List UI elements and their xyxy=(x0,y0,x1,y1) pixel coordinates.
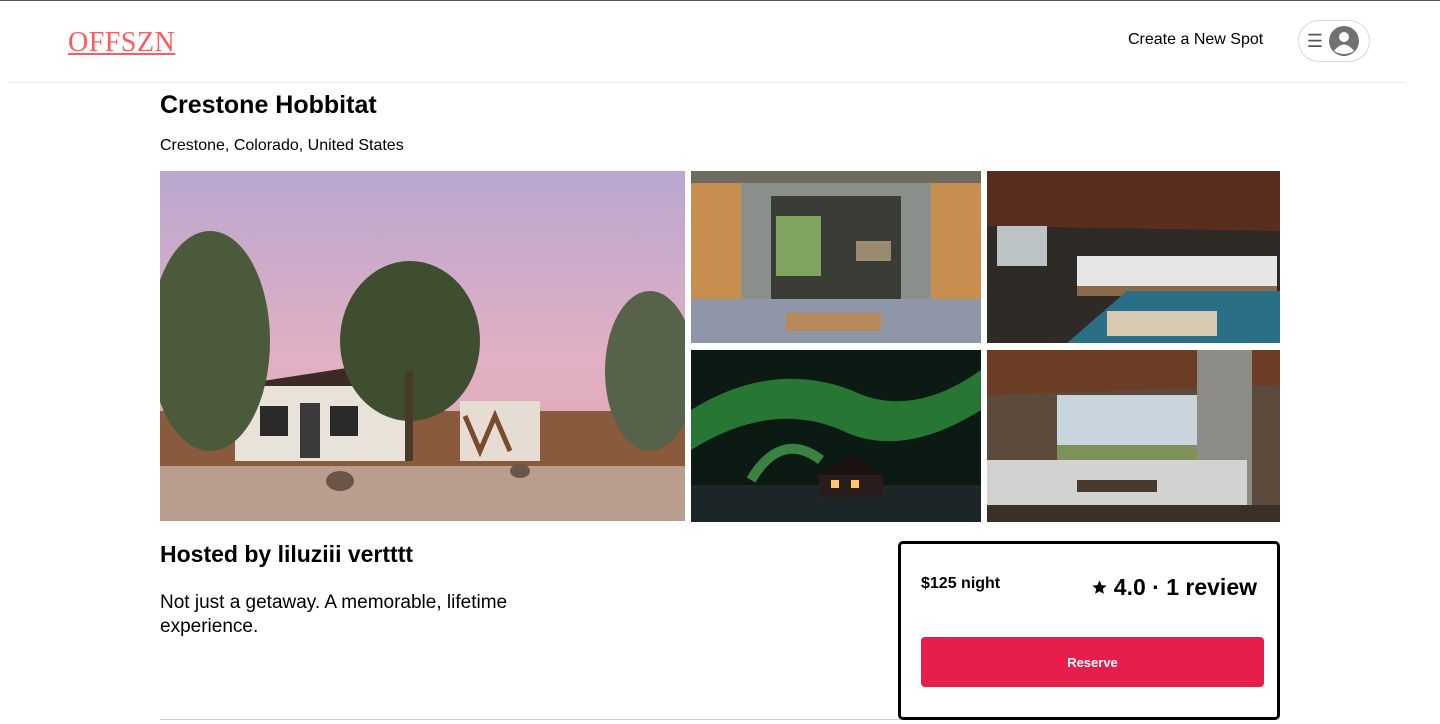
spot-image-bedroom[interactable] xyxy=(987,171,1280,343)
section-divider xyxy=(160,719,900,720)
price-per-night: $125 night xyxy=(921,575,1001,592)
spot-title: Crestone Hobbitat xyxy=(160,91,377,119)
spot-description: Not just a getaway. A memorable, lifetim… xyxy=(160,592,508,637)
site-logo[interactable]: OFFSZN xyxy=(68,27,175,59)
booking-box: $125 night 4.0 · 1 review Reserve xyxy=(898,541,1280,720)
star-icon xyxy=(1092,580,1107,594)
profile-menu-button[interactable]: ☰ xyxy=(1298,20,1370,62)
host-title: Hosted by liluziii vertttt xyxy=(160,541,414,567)
user-avatar-icon xyxy=(1329,26,1359,56)
rating-summary: 4.0 · 1 review xyxy=(1091,574,1257,601)
spot-image-main[interactable] xyxy=(160,171,685,521)
reserve-button[interactable]: Reserve xyxy=(921,637,1264,687)
create-new-spot-link[interactable]: Create a New Spot xyxy=(1128,31,1263,49)
header-divider xyxy=(8,82,1405,83)
spot-image-doorway[interactable] xyxy=(691,171,981,343)
spot-image-northern-lights[interactable] xyxy=(691,350,981,522)
rating-text: 4.0 · 1 review xyxy=(1113,574,1257,600)
menu-icon: ☰ xyxy=(1306,31,1323,51)
spot-image-living-room[interactable] xyxy=(987,350,1280,522)
spot-location: Crestone, Colorado, United States xyxy=(160,137,404,154)
